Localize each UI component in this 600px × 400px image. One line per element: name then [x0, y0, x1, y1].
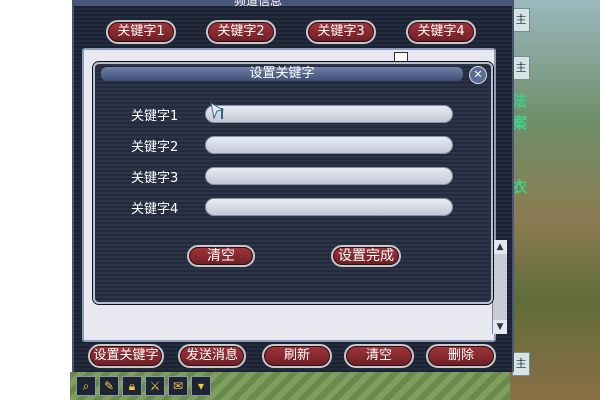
- delete-button[interactable]: 删除: [426, 344, 496, 368]
- keyword-3-label: 关键字3: [131, 171, 179, 186]
- close-icon[interactable]: ✕: [469, 66, 487, 84]
- chat-icon[interactable]: ✉: [168, 376, 188, 396]
- scroll-up-icon[interactable]: ▲: [493, 240, 507, 254]
- keyword-tab-3[interactable]: 关键字3: [306, 20, 376, 44]
- sword-icon[interactable]: ⚔: [145, 376, 165, 396]
- refresh-button[interactable]: 刷新: [262, 344, 332, 368]
- lock-icon[interactable]: 🔒︎: [122, 376, 142, 396]
- keyword-tab-1[interactable]: 关键字1: [106, 20, 176, 44]
- keyword-1-label: 关键字1: [131, 109, 179, 124]
- scene-text: 法: [512, 92, 528, 110]
- keyword-tab-2[interactable]: 关键字2: [206, 20, 276, 44]
- dialog-title: 设置关键字: [101, 67, 463, 81]
- note-icon[interactable]: ✎: [99, 376, 119, 396]
- dialog-clear-button[interactable]: 清空: [187, 245, 255, 267]
- keyword-tab-4[interactable]: 关键字4: [406, 20, 476, 44]
- set-keyword-dialog: 设置关键字 ✕ 关键字1 关键字2 关键字3 关键字4 清空 设置完成: [93, 62, 493, 304]
- bottom-toolbar: ⌕ ✎ 🔒︎ ⚔ ✉ ▾: [76, 376, 211, 396]
- message-scrollbar[interactable]: ▲ ▼: [492, 240, 507, 334]
- keyword-1-input[interactable]: [205, 105, 453, 123]
- set-keyword-button[interactable]: 设置关键字: [88, 344, 164, 368]
- keyword-2-input[interactable]: [205, 136, 453, 154]
- keyword-2-label: 关键字2: [131, 140, 179, 155]
- scene-tag: 主: [512, 56, 530, 80]
- window-title-bar: 频道信息: [74, 0, 512, 8]
- scene-tag: 主: [512, 8, 530, 32]
- keyword-4-label: 关键字4: [131, 202, 179, 217]
- scene-text: 案: [512, 114, 528, 132]
- keyword-3-input[interactable]: [205, 167, 453, 185]
- menu-icon[interactable]: ▾: [191, 376, 211, 396]
- scene-text: 衣: [512, 178, 528, 196]
- magnifier-icon[interactable]: ⌕: [76, 376, 96, 396]
- send-message-button[interactable]: 发送消息: [178, 344, 246, 368]
- clear-button[interactable]: 清空: [344, 344, 414, 368]
- scene-tag: 主: [512, 352, 530, 376]
- dialog-done-button[interactable]: 设置完成: [331, 245, 401, 267]
- window-title: 频道信息: [234, 0, 283, 8]
- text-cursor-icon: [210, 102, 225, 120]
- keyword-4-input[interactable]: [205, 198, 453, 216]
- scroll-down-icon[interactable]: ▼: [493, 320, 507, 334]
